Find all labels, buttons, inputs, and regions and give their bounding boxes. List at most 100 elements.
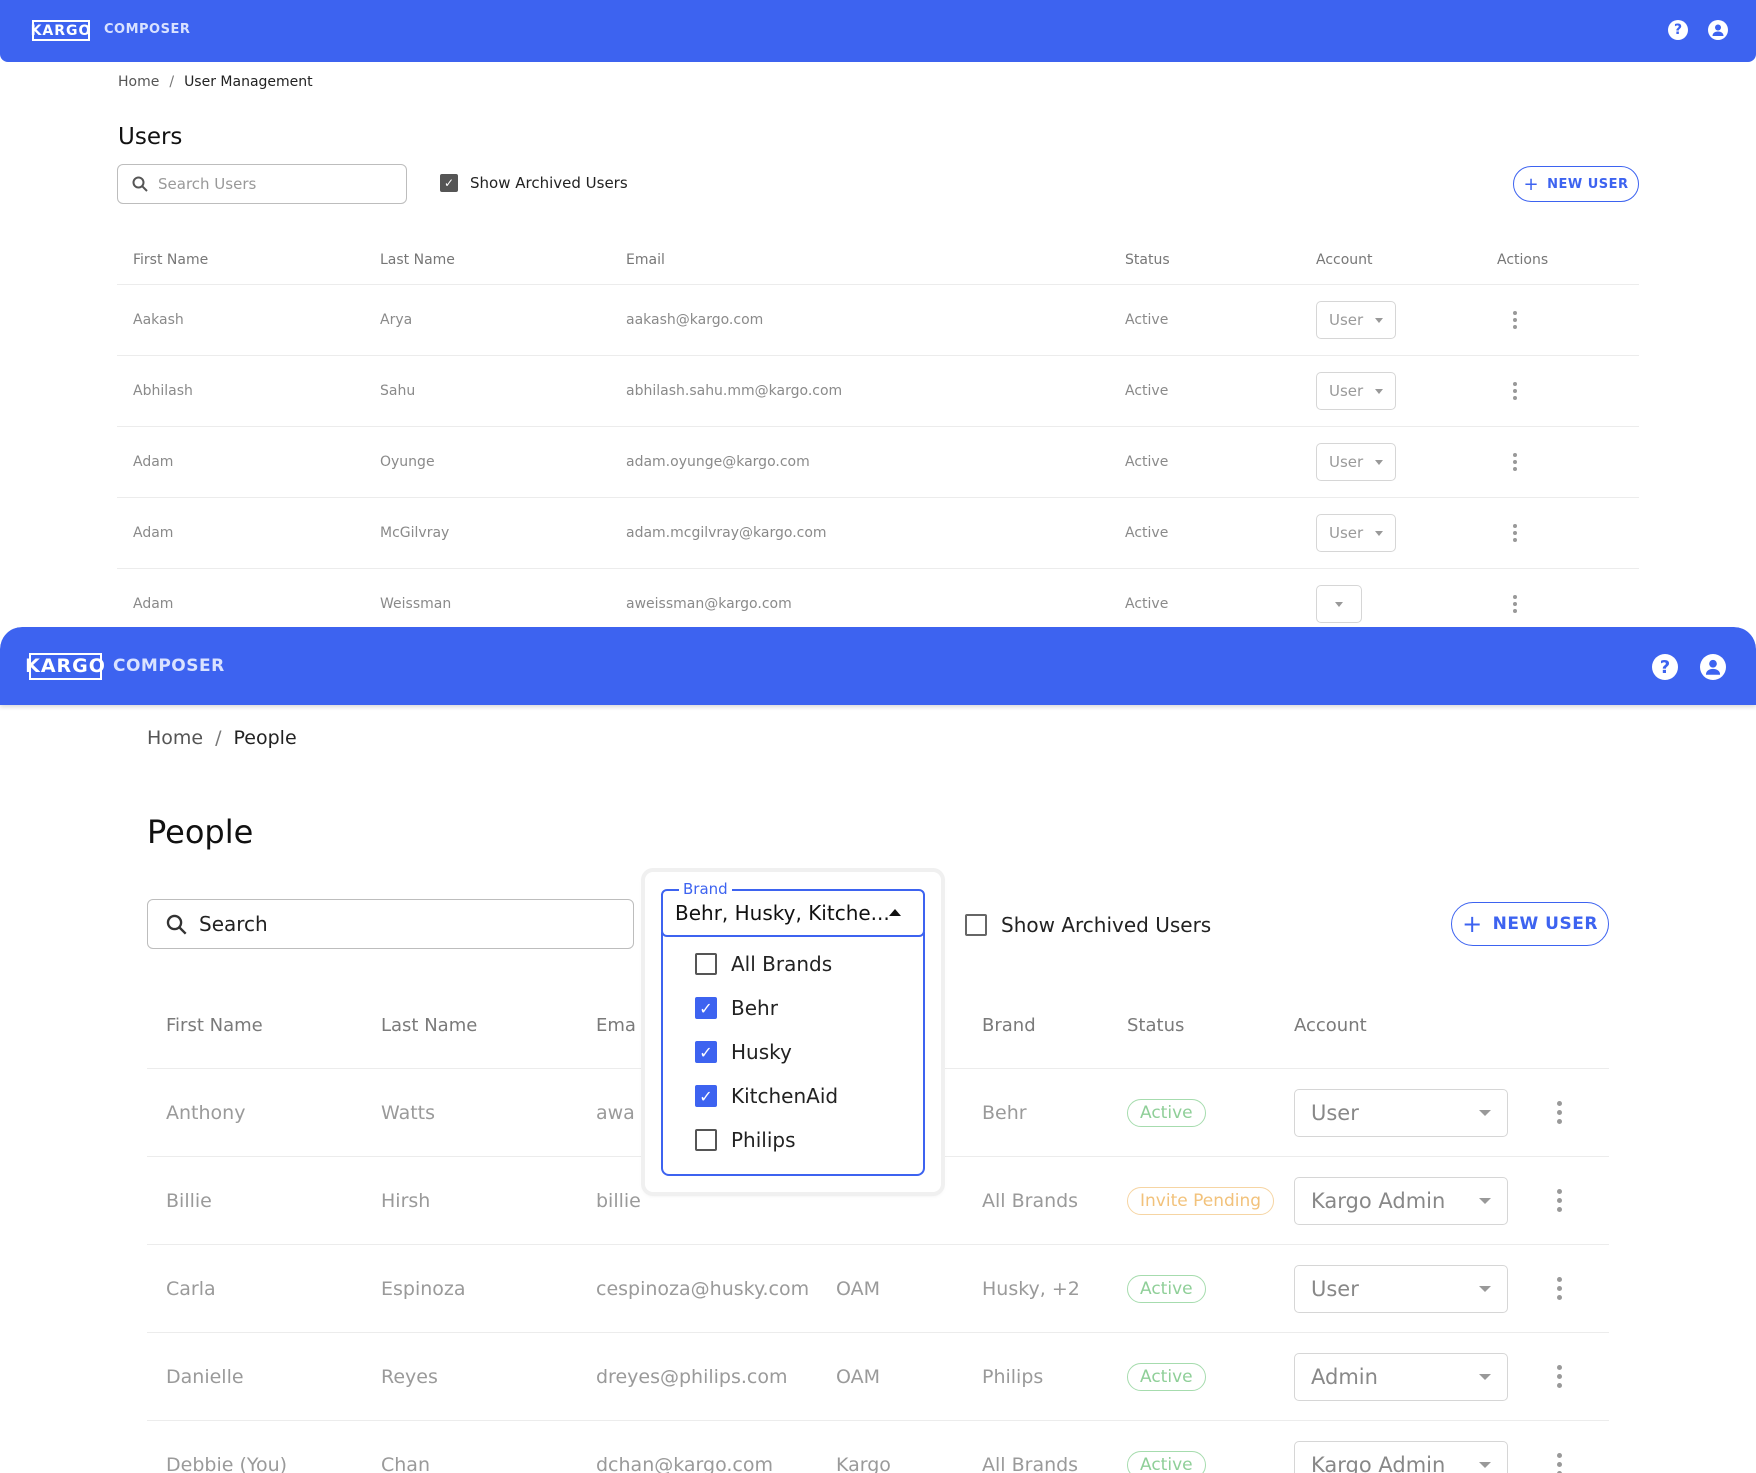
- brand-select[interactable]: Brand Behr, Husky, Kitche...: [661, 880, 925, 937]
- page-title: Users: [118, 124, 183, 150]
- help-icon[interactable]: ?: [1668, 20, 1688, 40]
- product-name: COMPOSER: [104, 22, 191, 37]
- account-select[interactable]: Kargo Admin: [1294, 1440, 1508, 1473]
- account-select[interactable]: User: [1294, 1264, 1508, 1313]
- table-row[interactable]: Adam McGilvray adam.mcgilvray@kargo.com …: [117, 497, 1639, 568]
- brand-cell: Behr: [982, 1101, 1027, 1124]
- account-cell: User: [1316, 498, 1396, 568]
- account-select[interactable]: Admin: [1294, 1352, 1508, 1401]
- status-badge: Active: [1127, 1450, 1206, 1473]
- column-header[interactable]: Email: [626, 236, 665, 284]
- search-input[interactable]: Search: [147, 899, 634, 949]
- table-row[interactable]: Abhilash Sahu abhilash.sahu.mm@kargo.com…: [117, 355, 1639, 426]
- brand-option-checkbox[interactable]: ✓: [695, 1041, 717, 1063]
- brand-option-checkbox[interactable]: ✓: [695, 1085, 717, 1107]
- table-row[interactable]: Danielle Reyes dreyes@philips.com OAM Ph…: [147, 1332, 1609, 1420]
- column-header[interactable]: Brand: [982, 982, 1036, 1068]
- brand-option-checkbox[interactable]: ✓: [695, 997, 717, 1019]
- column-header[interactable]: First Name: [166, 982, 263, 1068]
- table-row[interactable]: Carla Espinoza cespinoza@husky.com OAM H…: [147, 1244, 1609, 1332]
- brand-option[interactable]: ✓ Behr: [663, 986, 923, 1030]
- status-cell: Active: [1125, 596, 1169, 612]
- brand-option[interactable]: ✓ KitchenAid: [663, 1074, 923, 1118]
- more-vert-icon[interactable]: [1557, 1453, 1562, 1473]
- brand-option[interactable]: All Brands: [663, 942, 923, 986]
- account-circle-icon[interactable]: [1700, 654, 1726, 680]
- plus-icon: +: [1523, 173, 1540, 195]
- table-row[interactable]: Aakash Arya aakash@kargo.com Active User: [117, 284, 1639, 355]
- column-header[interactable]: Status: [1127, 982, 1184, 1068]
- chevron-down-icon: [1479, 1285, 1491, 1292]
- last-name-cell: Sahu: [380, 383, 416, 399]
- brand-option[interactable]: ✓ Husky: [663, 1030, 923, 1074]
- app-bar-actions: ?: [1652, 654, 1726, 680]
- table-row[interactable]: Debbie (You) Chan dchan@kargo.com Kargo …: [147, 1420, 1609, 1473]
- actions-cell: [1557, 1157, 1562, 1244]
- more-vert-icon[interactable]: [1513, 453, 1517, 471]
- more-vert-icon[interactable]: [1513, 595, 1517, 613]
- breadcrumb-separator: /: [215, 727, 222, 749]
- column-header[interactable]: Account: [1294, 982, 1367, 1068]
- account-select-value: User: [1329, 311, 1364, 329]
- brand-option-label: All Brands: [731, 952, 833, 976]
- column-header[interactable]: Status: [1125, 236, 1170, 284]
- more-vert-icon[interactable]: [1557, 1277, 1562, 1300]
- more-vert-icon[interactable]: [1513, 311, 1517, 329]
- breadcrumb-home[interactable]: Home: [147, 727, 203, 749]
- kargo-logo[interactable]: KARGO: [31, 20, 90, 41]
- account-circle-icon[interactable]: [1708, 20, 1728, 40]
- search-placeholder: Search: [199, 912, 268, 936]
- more-vert-icon[interactable]: [1557, 1189, 1562, 1212]
- brand-select-value: Behr, Husky, Kitche...: [675, 901, 890, 925]
- chevron-up-icon[interactable]: [889, 909, 901, 916]
- email-cell: aakash@kargo.com: [626, 312, 764, 328]
- account-select[interactable]: User: [1316, 514, 1396, 552]
- actions-cell: [1557, 1245, 1562, 1332]
- account-select[interactable]: User: [1316, 372, 1396, 410]
- first-name-cell: Adam: [133, 596, 174, 612]
- column-header[interactable]: Account: [1316, 236, 1373, 284]
- account-cell: [1316, 569, 1362, 628]
- new-user-button[interactable]: + NEW USER: [1513, 166, 1639, 202]
- search-input[interactable]: Search Users: [117, 164, 407, 204]
- more-vert-icon[interactable]: [1513, 382, 1517, 400]
- help-icon[interactable]: ?: [1652, 654, 1678, 680]
- new-user-button[interactable]: + NEW USER: [1451, 902, 1609, 946]
- account-select[interactable]: User: [1294, 1088, 1508, 1137]
- new-user-label: NEW USER: [1547, 176, 1629, 192]
- email-cell: abhilash.sahu.mm@kargo.com: [626, 383, 843, 399]
- organization-cell: Kargo: [836, 1453, 891, 1473]
- more-vert-icon[interactable]: [1557, 1101, 1562, 1124]
- first-name-cell: Anthony: [166, 1101, 246, 1124]
- show-archived-toggle[interactable]: ✓ Show Archived Users: [440, 174, 628, 192]
- breadcrumb-current: People: [233, 727, 297, 749]
- app-bar-actions: ?: [1668, 20, 1728, 40]
- account-select-value: User: [1311, 1100, 1359, 1125]
- column-header[interactable]: First Name: [133, 236, 208, 284]
- account-select[interactable]: Kargo Admin: [1294, 1176, 1508, 1225]
- breadcrumb-home[interactable]: Home: [118, 74, 159, 90]
- kargo-logo[interactable]: KARGO: [25, 653, 105, 680]
- show-archived-checkbox[interactable]: ✓: [440, 174, 458, 192]
- column-header[interactable]: Last Name: [380, 236, 455, 284]
- brand-option-checkbox[interactable]: [695, 1129, 717, 1151]
- first-name-cell: Debbie (You): [166, 1453, 288, 1473]
- account-select[interactable]: User: [1316, 301, 1396, 339]
- column-header[interactable]: Ema: [596, 982, 636, 1068]
- account-select-value: Kargo Admin: [1311, 1452, 1446, 1473]
- users-table: First Name Last Name Email Status Accoun…: [117, 236, 1639, 628]
- show-archived-toggle[interactable]: Show Archived Users: [965, 913, 1211, 937]
- more-vert-icon[interactable]: [1557, 1365, 1562, 1388]
- more-vert-icon[interactable]: [1513, 524, 1517, 542]
- table-row[interactable]: Adam Oyunge adam.oyunge@kargo.com Active…: [117, 426, 1639, 497]
- show-archived-checkbox[interactable]: [965, 914, 987, 936]
- column-header[interactable]: Last Name: [381, 982, 477, 1068]
- account-select[interactable]: [1316, 585, 1362, 623]
- account-select[interactable]: User: [1316, 443, 1396, 481]
- status-cell: Active: [1127, 1245, 1206, 1332]
- actions-cell: [1557, 1333, 1562, 1420]
- table-row[interactable]: Adam Weissman aweissman@kargo.com Active: [117, 568, 1639, 628]
- brand-cell: All Brands: [982, 1453, 1079, 1473]
- brand-option[interactable]: Philips: [663, 1118, 923, 1162]
- brand-option-checkbox[interactable]: [695, 953, 717, 975]
